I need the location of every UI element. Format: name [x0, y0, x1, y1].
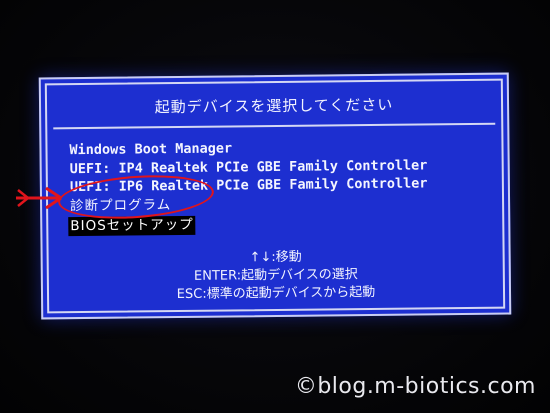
help-esc: ESC:標準の起動デバイスから起動 — [176, 284, 376, 303]
dialog-title: 起動デバイスを選択してください — [154, 95, 394, 117]
watermark: ©blog.m-biotics.com — [294, 374, 536, 399]
boot-option-bios-setup[interactable]: BIOSセットアップ — [68, 215, 196, 236]
key-help: ↑↓:移動 ENTER:起動デバイスの選択 ESC:標準の起動デバイスから起動 — [49, 247, 504, 306]
annotation-arrow-icon — [16, 186, 62, 210]
title-divider — [53, 122, 496, 130]
